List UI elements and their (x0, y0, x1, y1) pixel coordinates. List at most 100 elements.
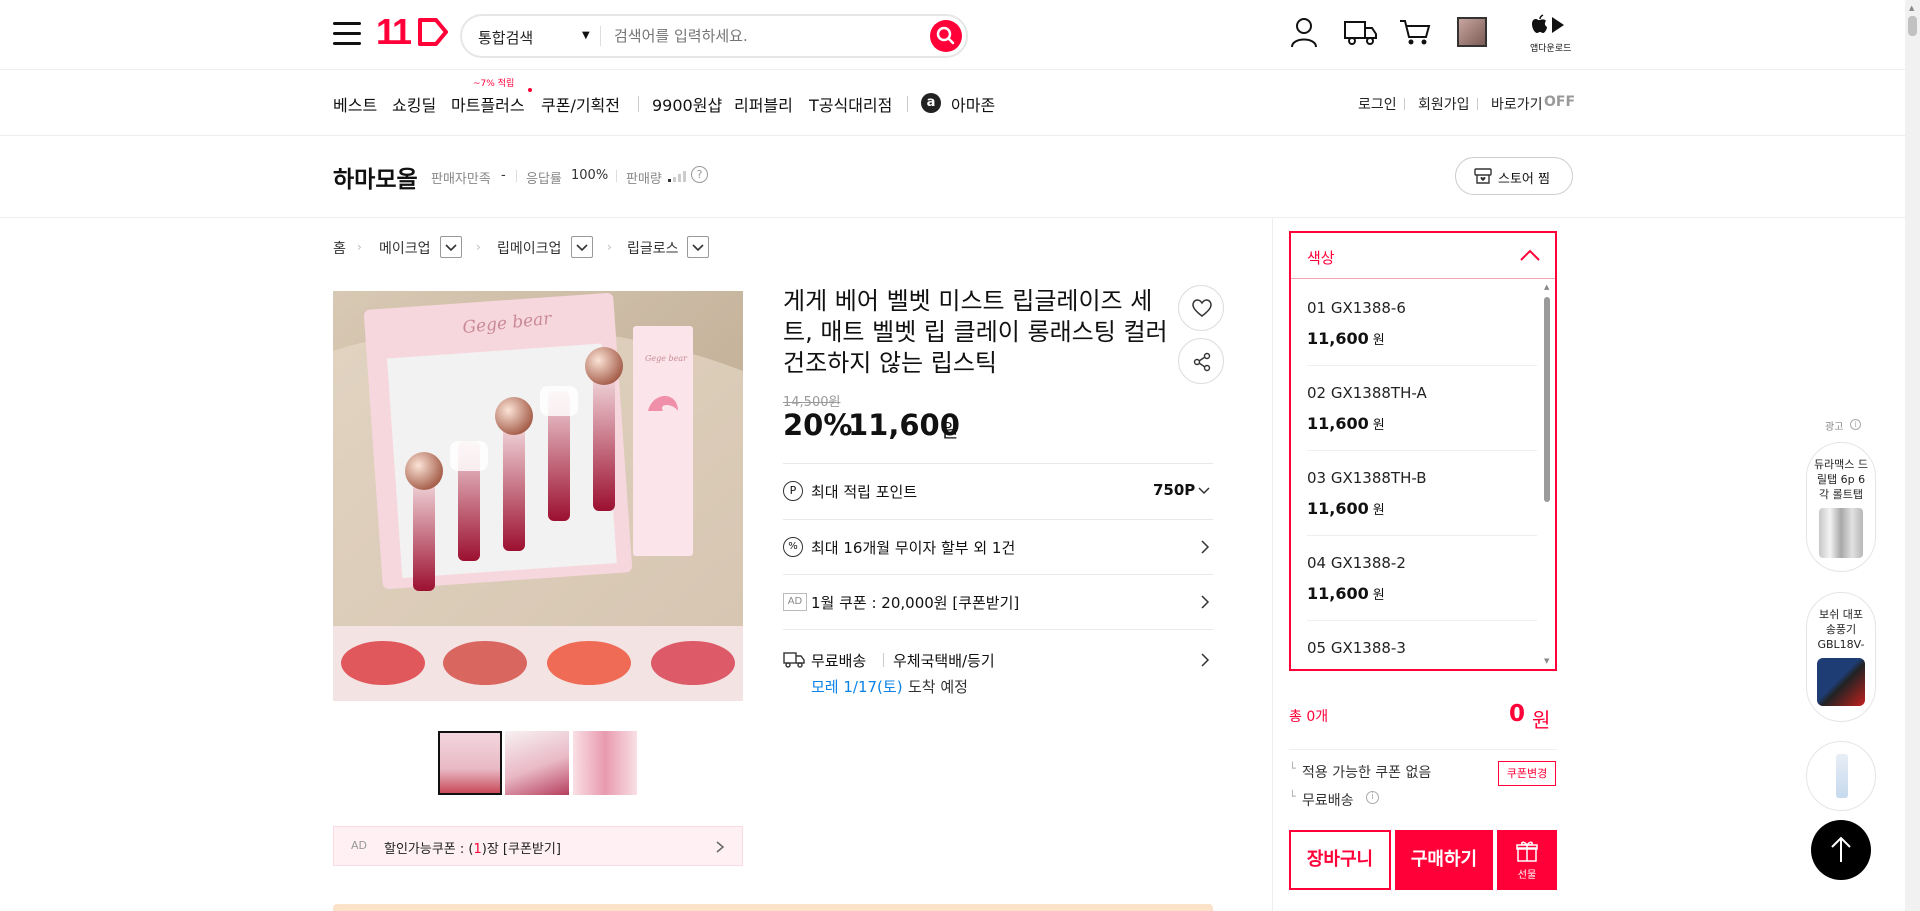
banner-strip (333, 904, 1213, 911)
divider (516, 170, 517, 182)
chevron-down-icon (692, 244, 704, 252)
shortcut-link[interactable]: 바로가기 (1491, 94, 1543, 114)
nav-amazon[interactable]: 아마존 (951, 92, 995, 116)
sales-level-icon (668, 171, 686, 182)
shortcut-off-toggle[interactable]: OFF (1544, 94, 1575, 110)
store-name[interactable]: 하마모올 (333, 160, 418, 194)
side-ad-card[interactable]: 듀라맥스 드릴탭 6p 6각 롤트탭 (1806, 442, 1876, 572)
breadcrumb-dropdown-button[interactable] (687, 236, 709, 258)
signup-link[interactable]: 회원가입 (1418, 94, 1470, 114)
help-icon[interactable]: ? (691, 166, 708, 183)
breadcrumb-dropdown-button[interactable] (571, 236, 593, 258)
shipping-row[interactable]: 무료배송 우체국택배/등기 모레 1/17(토) 도착 예정 (783, 648, 1213, 698)
option-header[interactable]: 색상 (1291, 233, 1555, 279)
discount-coupon-bar[interactable]: AD 할인가능쿠폰 : (1)장 [쿠폰받기] (333, 826, 743, 866)
option-item[interactable]: 04 GX1388-2 11,600 원 (1307, 554, 1537, 603)
scroll-down-arrow: ▼ (1544, 657, 1550, 665)
points-row[interactable]: P 최대 적립 포인트 750P (783, 479, 1213, 505)
gift-icon (1516, 841, 1538, 862)
svg-text:11: 11 (376, 14, 412, 50)
chevron-down-icon[interactable]: ▼ (582, 30, 590, 41)
coupon-row[interactable]: AD 1월 쿠폰 : 20,000원 [쿠폰받기] (783, 590, 1213, 616)
login-link[interactable]: 로그인 (1358, 94, 1397, 114)
option-select-panel: 색상 01 GX1388-6 11,600 원 02 GX1388TH-A 11,60… (1289, 231, 1557, 671)
breadcrumb-makeup[interactable]: 메이크업 (379, 238, 431, 258)
nav-t-official[interactable]: T공식대리점 (809, 92, 892, 116)
chevron-right-icon: › (476, 240, 481, 254)
scroll-to-top-button[interactable] (1811, 820, 1871, 880)
add-to-cart-button[interactable]: 장바구니 (1289, 830, 1391, 890)
option-item[interactable]: 02 GX1388TH-A 11,600 원 (1307, 384, 1537, 433)
nav-refurbly[interactable]: 리퍼블리 (734, 92, 793, 116)
product-thumbnail[interactable] (438, 731, 502, 795)
menu-icon[interactable] (333, 22, 361, 46)
nav-9900[interactable]: 9900원샵 (652, 92, 722, 116)
search-category-select[interactable]: 통합검색 (478, 27, 533, 48)
installment-row[interactable]: % 최대 16개월 무이자 할부 외 1건 (783, 535, 1213, 561)
share-icon (1193, 352, 1211, 372)
scroll-up-arrow: ▲ (1544, 283, 1550, 291)
product-main-image[interactable]: Gege bear Gege bear (333, 291, 743, 701)
side-ad-text: 듀라맥스 드릴탭 6p 6각 롤트탭 (1813, 458, 1869, 501)
scroll-up-arrow: ▲ (1909, 4, 1915, 12)
amazon-icon: a (921, 93, 941, 113)
recent-viewed-thumbnail[interactable] (1457, 17, 1487, 47)
side-ad-card[interactable] (1806, 741, 1876, 811)
discount-rate: 20% (783, 408, 853, 442)
app-download-label[interactable]: 앱다운로드 (1530, 41, 1571, 54)
arrival-suffix: 도착 예정 (908, 678, 968, 696)
side-ad-image (1836, 754, 1848, 798)
arrow-up-icon (1831, 836, 1851, 862)
search-input[interactable] (614, 24, 914, 48)
product-thumbnail[interactable] (505, 731, 569, 795)
buy-now-button[interactable]: 구매하기 (1395, 830, 1493, 890)
product-thumbnail[interactable] (573, 731, 637, 795)
chevron-right-icon (1201, 540, 1210, 554)
coupon-change-button[interactable]: 쿠폰변경 (1498, 761, 1556, 786)
scroll-thumb (1908, 16, 1917, 36)
app-store-icon[interactable] (1528, 14, 1566, 36)
divider (616, 170, 617, 182)
gift-label: 선물 (1517, 870, 1537, 881)
nav-divider (907, 96, 908, 112)
nav-mart-plus[interactable]: 마트플러스 (451, 92, 525, 116)
scroll-thumb (1544, 297, 1550, 502)
option-item[interactable]: 05 GX1388-3 (1307, 639, 1537, 657)
breadcrumb-dropdown-button[interactable] (440, 236, 462, 258)
delivery-truck-icon[interactable] (1344, 18, 1378, 46)
nav-best[interactable]: 베스트 (333, 92, 377, 116)
gift-button[interactable]: 선물 (1497, 830, 1557, 890)
breadcrumb-home[interactable]: 홈 (333, 238, 346, 258)
divider (1307, 450, 1537, 451)
cart-icon[interactable] (1399, 18, 1431, 46)
search-box: 통합검색 ▼ (460, 14, 968, 58)
divider (1289, 749, 1557, 750)
ad-label: 광고 (1825, 422, 1844, 433)
user-icon[interactable] (1290, 16, 1318, 48)
util-divider (1477, 98, 1478, 110)
nav-shocking-deal[interactable]: 쇼킹딜 (392, 92, 436, 116)
carrier-label: 우체국택배/등기 (893, 652, 995, 670)
option-item[interactable]: 01 GX1388-6 11,600 원 (1307, 299, 1537, 348)
coupon-none-text: 적용 가능한 쿠폰 없음 (1302, 765, 1432, 781)
option-scrollbar[interactable]: ▲ ▼ (1543, 283, 1551, 667)
breadcrumb-lip-gloss[interactable]: 립글로스 (627, 238, 679, 258)
page-scrollbar[interactable]: ▲ (1905, 0, 1920, 911)
store-follow-button[interactable]: 스토어 찜 (1455, 157, 1573, 195)
chevron-right-icon (1201, 653, 1210, 667)
option-item[interactable]: 03 GX1388TH-B 11,600 원 (1307, 469, 1537, 518)
breadcrumb-lip-makeup[interactable]: 립메이크업 (497, 238, 561, 258)
divider (883, 653, 884, 667)
site-logo[interactable]: 11 (376, 11, 448, 59)
nav-coupon[interactable]: 쿠폰/기획전 (541, 92, 620, 116)
option-header-label: 색상 (1307, 249, 1335, 267)
chevron-right-icon: › (357, 240, 362, 254)
side-ad-card[interactable]: 보쉬 대포 송풍기 GBL18V- (1806, 592, 1876, 722)
info-icon[interactable]: i (1850, 419, 1861, 430)
search-button[interactable] (930, 20, 962, 52)
price-unit: 원 (941, 420, 959, 442)
share-button[interactable] (1178, 338, 1224, 384)
wishlist-button[interactable] (1178, 285, 1224, 331)
info-icon[interactable]: i (1366, 791, 1379, 804)
arrival-date: 모레 1/17(토) (811, 678, 903, 696)
